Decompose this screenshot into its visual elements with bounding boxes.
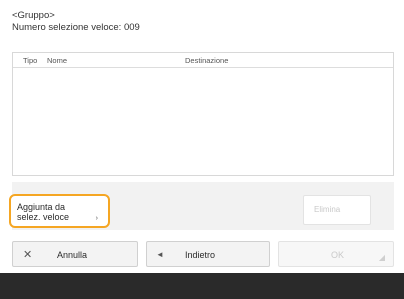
- column-tipo: Tipo: [23, 56, 38, 65]
- column-destinazione: Destinazione: [185, 56, 229, 65]
- list-header: Tipo Nome Destinazione: [13, 53, 393, 68]
- add-from-speed-dial-button[interactable]: Aggiunta da selez. veloce ›: [9, 194, 110, 228]
- group-title: <Gruppo>: [12, 10, 55, 21]
- ok-button[interactable]: OK ◢: [278, 241, 394, 267]
- cancel-button[interactable]: ✕ Annulla: [12, 241, 138, 267]
- device-status-strip: [0, 273, 404, 299]
- delete-button-label: Elimina: [314, 205, 341, 214]
- cancel-label: Annulla: [57, 250, 88, 260]
- enter-corner-icon: ◢: [378, 253, 385, 262]
- delete-button[interactable]: Elimina: [303, 195, 371, 225]
- back-button[interactable]: ◄ Indietro: [146, 241, 270, 267]
- column-nome: Nome: [47, 56, 68, 65]
- speed-dial-number: Numero selezione veloce: 009: [12, 22, 140, 33]
- group-header: <Gruppo> Numero selezione veloce: 009: [12, 10, 140, 34]
- ok-label: OK: [331, 250, 345, 260]
- back-arrow-icon: ◄: [156, 250, 164, 259]
- add-button-label: Aggiunta da selez. veloce: [17, 202, 70, 222]
- close-icon: ✕: [23, 249, 33, 261]
- back-label: Indietro: [185, 250, 216, 260]
- destination-list[interactable]: Tipo Nome Destinazione: [12, 52, 394, 176]
- chevron-right-icon: ›: [95, 215, 98, 222]
